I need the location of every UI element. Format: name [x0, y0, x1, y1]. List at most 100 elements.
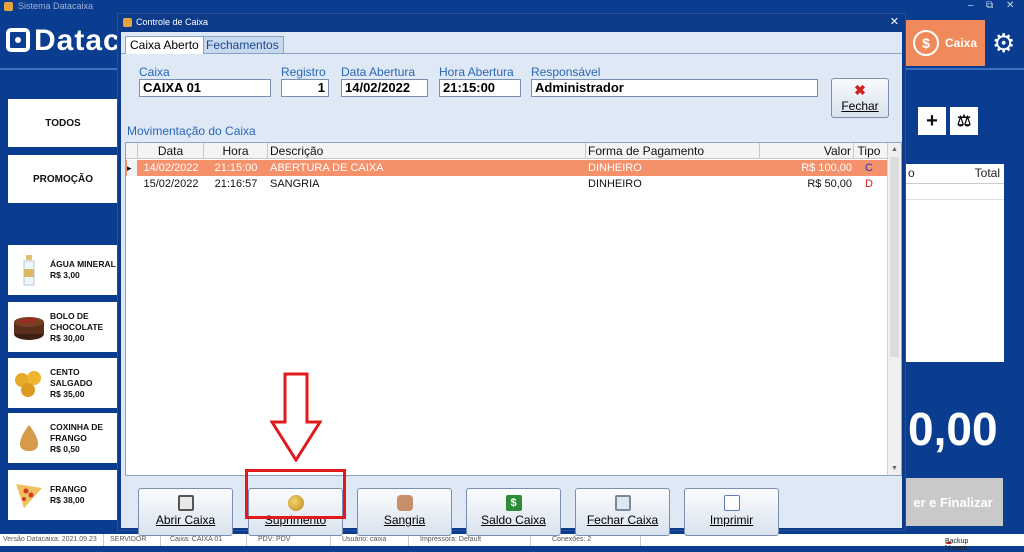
- table-row[interactable]: ▸ 14/02/2022 21:15:00 ABERTURA DE CAIXA …: [126, 160, 888, 176]
- product-name: ÁGUA MINERAL: [50, 259, 116, 269]
- product-price: R$ 30,00: [50, 332, 85, 343]
- category-label: PROMOÇÃO: [33, 173, 93, 185]
- restore-icon[interactable]: ⧉: [986, 0, 993, 11]
- dialog-body: Caixa Aberto Fechamentos Caixa CAIXA 01 …: [121, 32, 902, 536]
- dollar-note-icon: $: [505, 495, 522, 511]
- column-hora[interactable]: Hora: [204, 143, 268, 159]
- cart-header-total: Total: [974, 166, 1000, 180]
- caixa-field[interactable]: CAIXA 01: [139, 79, 271, 97]
- hand-money-icon: [396, 495, 413, 511]
- column-tipo[interactable]: Tipo: [854, 143, 884, 159]
- responsavel-field[interactable]: Administrador: [531, 79, 818, 97]
- status-caixa: Caixa: CAIXA 01: [170, 536, 223, 543]
- fechar-button[interactable]: ✖ Fechar: [831, 78, 889, 118]
- table-row[interactable]: 15/02/2022 21:16:57 SANGRIA DINHEIRO R$ …: [126, 176, 888, 192]
- finalizar-label: er e Finalizar: [913, 494, 993, 510]
- product-frango[interactable]: FRANGO R$ 38,00: [8, 470, 118, 520]
- cart-header-partial: o: [908, 166, 915, 180]
- caixa-tab-label: Caixa: [944, 36, 978, 50]
- caixa-menu-tab[interactable]: $ Caixa: [905, 20, 985, 66]
- dialog-titlebar: Controle de Caixa ✕: [118, 14, 905, 30]
- product-agua-mineral[interactable]: ÁGUA MINERAL R$ 3,00: [8, 245, 118, 295]
- scroll-down-icon[interactable]: ▼: [891, 465, 898, 472]
- product-price: R$ 35,00: [50, 388, 85, 399]
- saldo-caixa-button[interactable]: $ Saldo Caixa: [466, 488, 561, 536]
- fechar-caixa-label: Fechar Caixa: [586, 513, 659, 527]
- category-promocao-button[interactable]: PROMOÇÃO: [8, 155, 118, 203]
- cell-valor: R$ 50,00: [807, 178, 852, 190]
- registro-label: Registro: [281, 65, 326, 79]
- product-name-line2: SALGADO: [50, 377, 93, 388]
- product-name: CENTO: [50, 366, 80, 377]
- category-label: TODOS: [45, 117, 81, 129]
- scroll-thumb[interactable]: [890, 157, 899, 357]
- app-titlebar: Sistema Datacaixa – ⧉ ✕: [0, 0, 1024, 14]
- fechar-label: Fechar: [841, 99, 879, 113]
- cell-tipo: D: [865, 178, 873, 190]
- registro-field[interactable]: 1: [281, 79, 329, 97]
- finalizar-button[interactable]: er e Finalizar: [903, 478, 1003, 526]
- data-abertura-label: Data Abertura: [341, 65, 416, 79]
- grid-scrollbar[interactable]: ▲ ▼: [887, 143, 901, 475]
- column-valor[interactable]: Valor: [760, 143, 854, 159]
- scale-icon: ⚖: [956, 113, 972, 130]
- add-item-button[interactable]: +: [918, 107, 946, 135]
- product-coxinha-frango[interactable]: COXINHA DE FRANGO R$ 0,50: [8, 413, 118, 463]
- column-data[interactable]: Data: [138, 143, 204, 159]
- product-price: R$ 0,50: [50, 443, 80, 454]
- table-row: [906, 184, 1004, 200]
- logo-text: Datac: [34, 24, 121, 57]
- dialog-close-icon[interactable]: ✕: [890, 15, 899, 28]
- sale-total: 0,00: [908, 403, 998, 455]
- column-forma-pagamento[interactable]: Forma de Pagamento: [586, 143, 760, 159]
- tab-fechamentos[interactable]: Fechamentos: [201, 36, 284, 53]
- datacaixa-logo: Datac: [6, 24, 121, 58]
- close-register-icon: [614, 495, 631, 511]
- product-price: R$ 38,00: [50, 495, 85, 505]
- cell-data: 15/02/2022: [143, 178, 199, 190]
- cell-tipo: C: [865, 162, 873, 174]
- cell-forma: DINHEIRO: [588, 178, 642, 190]
- product-price: R$ 3,00: [50, 270, 80, 280]
- print-preview-icon: [723, 495, 740, 511]
- cart-table: o Total: [906, 164, 1004, 362]
- status-usuario: Usuário: caixa: [342, 536, 387, 543]
- coxinha-icon: [19, 425, 39, 451]
- status-impressora: Impressora: Default: [420, 536, 482, 543]
- status-conexoes: Conexões: 2: [552, 536, 592, 543]
- product-cento-salgado[interactable]: CENTO SALGADO R$ 35,00: [8, 358, 118, 408]
- status-version: Versão Datacaixa: 2021.09.23: [3, 536, 97, 543]
- cell-descricao: ABERTURA DE CAIXA: [270, 162, 384, 174]
- abrir-caixa-label: Abrir Caixa: [155, 513, 216, 527]
- close-app-icon[interactable]: ✕: [1006, 0, 1014, 11]
- sangria-button[interactable]: Sangria: [357, 488, 452, 536]
- gear-icon[interactable]: ⚙: [992, 28, 1015, 59]
- scroll-up-icon[interactable]: ▲: [891, 146, 898, 153]
- minimize-icon[interactable]: –: [968, 0, 974, 11]
- product-name: COXINHA DE: [50, 421, 104, 432]
- movimentacao-label: Movimentação do Caixa: [127, 124, 256, 138]
- fechar-caixa-button[interactable]: Fechar Caixa: [575, 488, 670, 536]
- abrir-caixa-button[interactable]: Abrir Caixa: [138, 488, 233, 536]
- data-abertura-field[interactable]: 14/02/2022: [341, 79, 428, 97]
- dialog-title: Controle de Caixa: [136, 17, 209, 27]
- logo-mark-icon: [6, 28, 30, 52]
- product-bolo-chocolate[interactable]: BOLO DE CHOCOLATE R$ 30,00: [8, 302, 118, 352]
- tab-caixa-aberto[interactable]: Caixa Aberto: [125, 36, 204, 54]
- backup-label: Backup Nuvem: [945, 538, 969, 552]
- suprimento-highlight-box: [245, 469, 346, 519]
- sangria-label: Sangria: [383, 513, 426, 527]
- tab-divider: [121, 53, 902, 54]
- dialog-icon: [123, 18, 132, 27]
- scale-button[interactable]: ⚖: [950, 107, 978, 135]
- hora-abertura-field[interactable]: 21:15:00: [439, 79, 521, 97]
- movimentacao-grid: Data Hora Descrição Forma de Pagamento V…: [125, 142, 902, 476]
- cell-descricao: SANGRIA: [270, 178, 320, 190]
- column-descricao[interactable]: Descrição: [268, 143, 586, 159]
- saldo-caixa-label: Saldo Caixa: [481, 513, 546, 527]
- imprimir-button[interactable]: Imprimir: [684, 488, 779, 536]
- product-name-line2: FRANGO: [50, 432, 87, 443]
- product-name-line2: CHOCOLATE: [50, 321, 104, 332]
- cell-hora: 21:15:00: [214, 162, 258, 174]
- category-todos-button[interactable]: TODOS: [8, 99, 118, 147]
